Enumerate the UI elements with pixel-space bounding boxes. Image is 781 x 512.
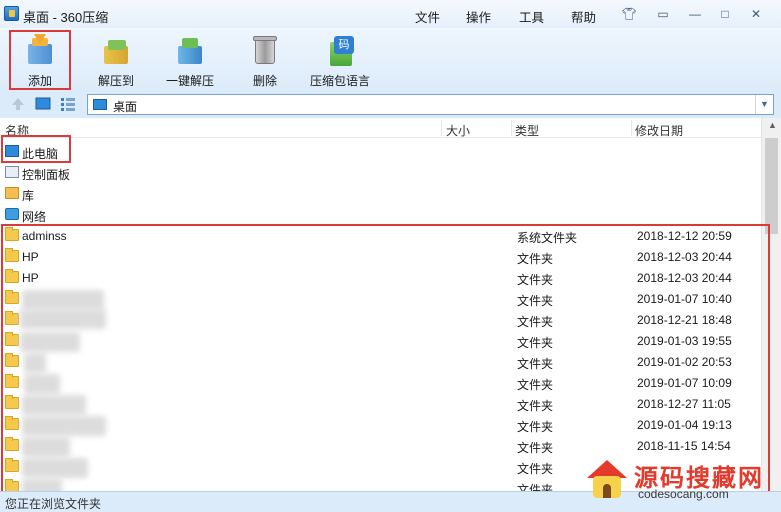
menu-operation[interactable]: 操作 [466, 7, 491, 26]
control-panel-icon [5, 166, 19, 178]
menu-help[interactable]: 帮助 [571, 7, 596, 26]
highlight-add-button [9, 30, 71, 90]
toolbar: 添加 解压到 一键解压 删除 码 压缩包语言 [0, 28, 781, 92]
title-bar: 桌面 - 360压缩 文件 操作 工具 帮助 👕︎ ▭ — □ ✕ [0, 0, 781, 28]
address-path: 桌面 [113, 100, 138, 114]
column-size[interactable]: 大小 [446, 122, 470, 139]
address-bar[interactable]: 桌面 ▼ [87, 94, 774, 115]
one-click-extract-button[interactable]: 一键解压 [160, 28, 220, 90]
desktop-icon [93, 99, 107, 110]
extract-to-icon [98, 34, 134, 66]
app-icon [4, 6, 19, 21]
house-logo-icon [585, 458, 629, 502]
list-header: 名称 大小 类型 修改日期 [0, 118, 761, 138]
window-title: 桌面 - 360压缩 [23, 10, 109, 25]
list-item[interactable]: 网络 [0, 204, 761, 225]
address-row: 桌面 ▼ [0, 92, 781, 118]
delete-button[interactable]: 删除 [240, 28, 290, 90]
scrollbar-thumb[interactable] [765, 138, 778, 234]
menu-tools[interactable]: 工具 [519, 7, 544, 26]
network-icon [5, 208, 19, 220]
status-text: 您正在浏览文件夹 [5, 497, 102, 511]
trash-icon [247, 34, 283, 66]
scroll-up-icon[interactable]: ▲ [768, 120, 777, 130]
list-view-icon[interactable] [60, 96, 76, 112]
thumbnail-view-icon[interactable] [35, 96, 51, 112]
archive-language-icon: 码 [322, 34, 358, 66]
list-item[interactable]: 库 [0, 183, 761, 204]
watermark: 源码搜藏网 codesocang.com [580, 452, 781, 512]
extract-to-label: 解压到 [97, 74, 134, 88]
list-item[interactable]: 控制面板 [0, 162, 761, 183]
one-click-extract-label: 一键解压 [165, 74, 214, 88]
chevron-down-icon[interactable]: ▼ [755, 95, 773, 114]
highlight-this-pc [1, 135, 71, 163]
close-icon[interactable]: ✕ [745, 6, 767, 22]
column-type[interactable]: 类型 [515, 122, 539, 139]
archive-language-label: 压缩包语言 [309, 74, 370, 88]
feedback-icon[interactable]: ▭ [652, 6, 674, 22]
menu-file[interactable]: 文件 [415, 7, 440, 26]
library-icon [5, 187, 19, 199]
list-item[interactable]: 此电脑 [0, 141, 761, 162]
one-click-extract-icon [172, 34, 208, 66]
skin-icon[interactable]: 👕︎ [618, 6, 640, 22]
extract-to-button[interactable]: 解压到 [90, 28, 142, 90]
column-date[interactable]: 修改日期 [635, 122, 683, 139]
maximize-icon[interactable]: □ [714, 6, 736, 22]
watermark-url: codesocang.com [638, 487, 729, 501]
archive-language-button[interactable]: 码 压缩包语言 [305, 28, 375, 90]
minimize-icon[interactable]: — [684, 6, 706, 22]
up-arrow-icon[interactable] [10, 96, 26, 112]
delete-label: 删除 [252, 74, 277, 88]
